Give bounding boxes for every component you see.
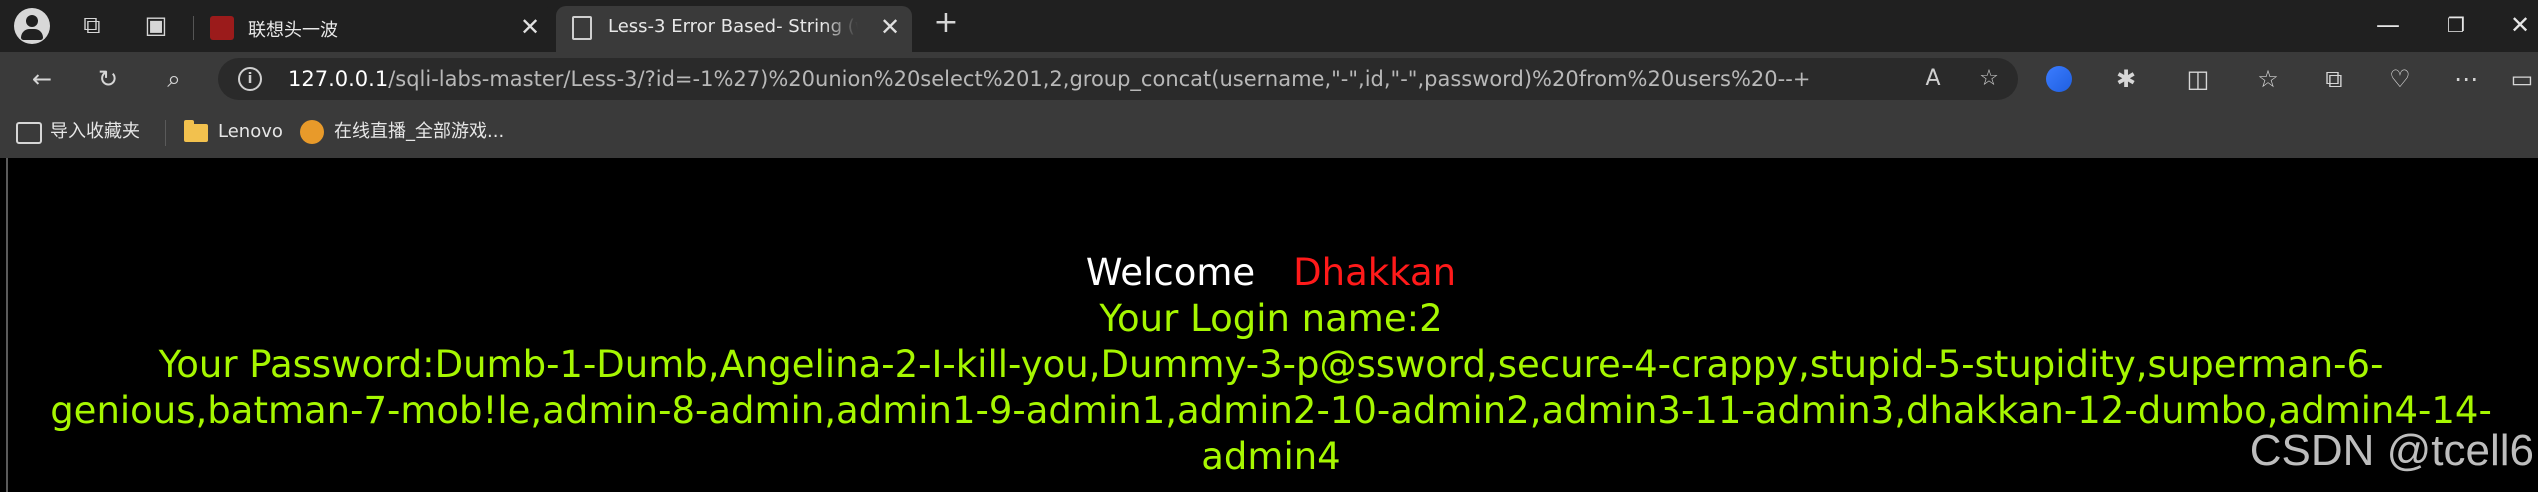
back-icon[interactable]: ←	[24, 64, 60, 94]
close-window-icon[interactable]: ✕	[2500, 8, 2538, 42]
read-aloud-icon[interactable]: A	[1918, 64, 1948, 94]
close-tab-icon[interactable]: ✕	[876, 12, 904, 42]
more-menu-icon[interactable]: ⋯	[2448, 64, 2484, 94]
folder-icon	[184, 120, 208, 142]
bookmarks-bar: 导入收藏夹 Lenovo 在线直播_全部游戏...	[0, 106, 2538, 158]
login-name-text: Your Login name:2	[1099, 297, 1443, 340]
bookmark-import[interactable]: 导入收藏夹	[50, 118, 140, 146]
address-bar[interactable]: i 127.0.0.1/sqli-labs-master/Less-3/?id=…	[218, 58, 2018, 100]
profile-avatar-icon[interactable]	[14, 8, 50, 44]
tab-divider	[193, 16, 194, 40]
copilot-icon[interactable]	[2046, 66, 2072, 92]
page-document-icon	[572, 16, 592, 40]
reload-icon[interactable]: ↻	[90, 64, 126, 94]
url-text[interactable]: 127.0.0.1/sqli-labs-master/Less-3/?id=-1…	[288, 67, 1810, 91]
close-tab-icon[interactable]: ✕	[516, 12, 544, 42]
workspaces-icon[interactable]: ⧉	[76, 10, 108, 40]
extensions-icon[interactable]: ✱	[2108, 64, 2144, 94]
bookmark-live[interactable]: 在线直播_全部游戏...	[334, 118, 504, 146]
new-tab-button[interactable]: +	[930, 8, 962, 38]
site-info-icon[interactable]: i	[238, 67, 262, 91]
live-icon	[300, 120, 324, 144]
url-host: 127.0.0.1	[288, 67, 389, 91]
tab-strip: ⧉ ▣ 联想头一波 ✕ Less-3 Error Based- String (…	[0, 0, 2538, 52]
collections-icon[interactable]: ⧉	[2316, 64, 2352, 94]
favorite-star-icon[interactable]: ☆	[1974, 64, 2004, 94]
bookmark-lenovo[interactable]: Lenovo	[218, 118, 283, 146]
tab-actions-icon[interactable]: ▣	[140, 10, 172, 40]
csdn-watermark: CSDN @tcell6	[2249, 426, 2534, 475]
import-icon	[16, 122, 42, 144]
search-icon[interactable]: ⌕	[156, 64, 192, 94]
bookmark-divider	[165, 120, 166, 146]
tab-title: Less-3 Error Based- String (with Twist)	[608, 16, 858, 37]
page-content: Welcome Dhakkan Your Login name:2 Your Pa…	[6, 158, 2538, 492]
user-name: Dhakkan	[1293, 251, 1457, 294]
browser-chrome: ⧉ ▣ 联想头一波 ✕ Less-3 Error Based- String (…	[0, 0, 2538, 158]
split-screen-icon[interactable]: ◫	[2180, 64, 2216, 94]
tab-lenovo[interactable]: 联想头一波 ✕	[196, 6, 552, 52]
favorites-icon[interactable]: ☆	[2250, 64, 2286, 94]
welcome-line: Welcome Dhakkan	[8, 250, 2534, 296]
tab-less-3[interactable]: Less-3 Error Based- String (with Twist) …	[556, 6, 912, 52]
restore-icon[interactable]: ❐	[2436, 8, 2476, 42]
address-toolbar: ← ↻ ⌕ i 127.0.0.1/sqli-labs-master/Less-…	[0, 52, 2538, 106]
browser-essentials-icon[interactable]: ♡	[2382, 64, 2418, 94]
tab-title: 联想头一波	[248, 20, 338, 41]
sidebar-icon[interactable]: ▭	[2504, 64, 2538, 94]
password-text: Your Password:Dumb-1-Dumb,Angelina-2-I-k…	[50, 343, 2492, 478]
url-path: /sqli-labs-master/Less-3/?id=-1%27)%20un…	[388, 67, 1811, 91]
minimize-icon[interactable]: —	[2368, 8, 2408, 42]
welcome-text: Welcome	[1085, 251, 1256, 294]
site-favicon-icon	[210, 16, 234, 40]
